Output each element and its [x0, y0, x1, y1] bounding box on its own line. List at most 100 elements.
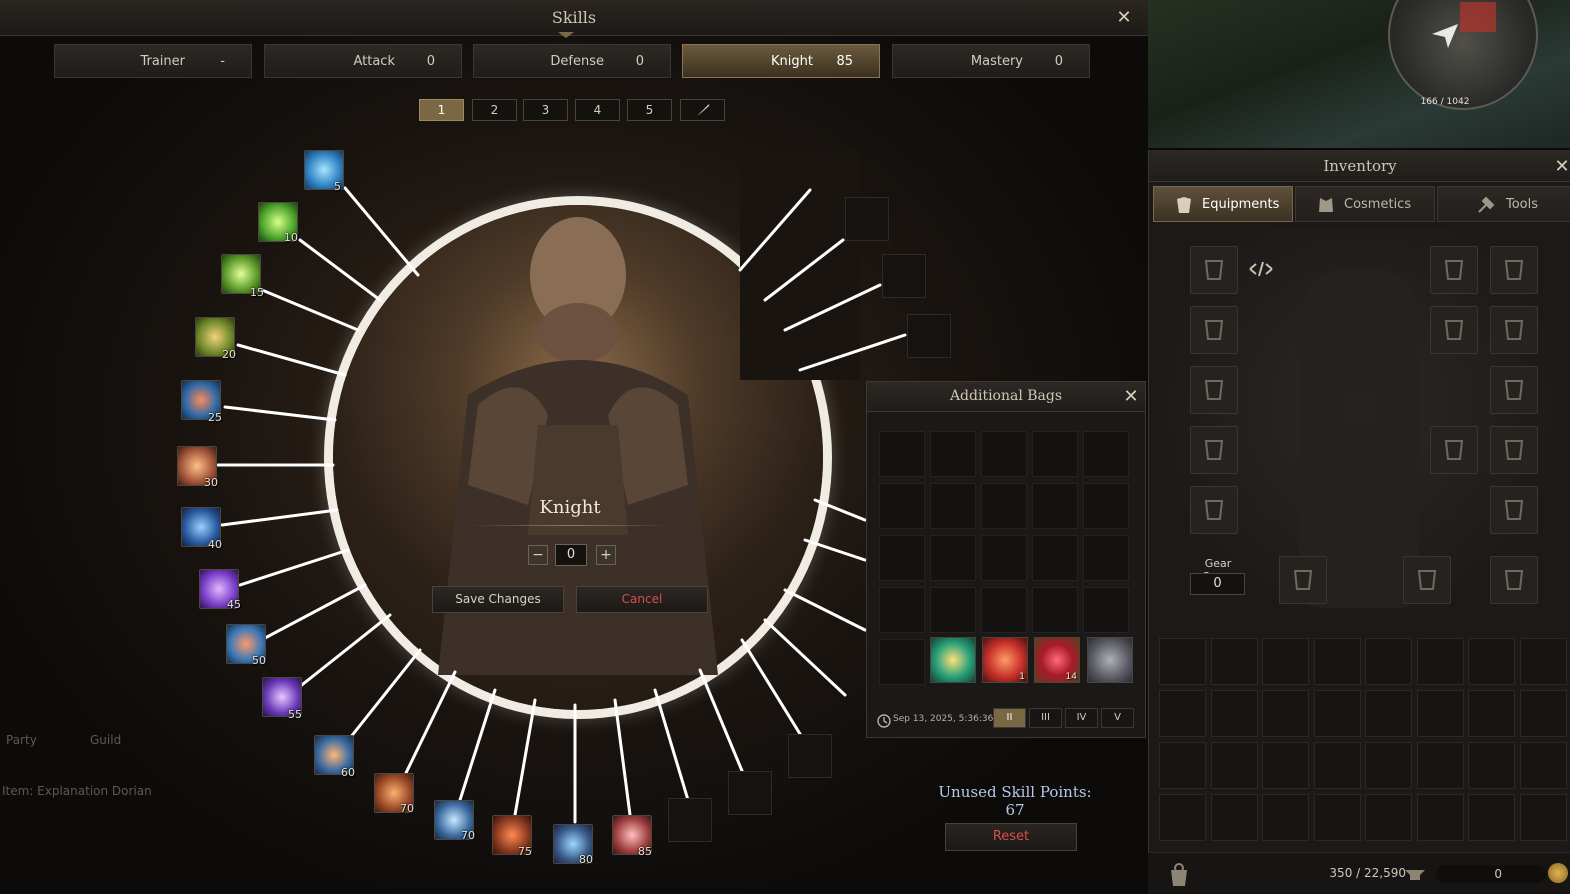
inventory-slot[interactable]	[1519, 742, 1567, 789]
save-changes-button[interactable]: Save Changes	[432, 586, 564, 613]
page-5-button[interactable]: 5	[627, 99, 672, 121]
bag-page-3-button[interactable]: III	[1029, 708, 1062, 728]
gold-coin-orb-icon[interactable]	[930, 637, 976, 683]
inventory-slot[interactable]	[1210, 794, 1258, 841]
bag-slot[interactable]	[1083, 535, 1129, 581]
bag-slot[interactable]	[981, 483, 1027, 529]
bag-slot[interactable]	[879, 639, 925, 685]
inventory-slot[interactable]	[1159, 638, 1206, 685]
inventory-slot[interactable]	[1416, 742, 1464, 789]
bag-slot[interactable]	[1032, 587, 1078, 633]
inventory-close-button[interactable]: ✕	[1553, 158, 1570, 176]
ring-slot[interactable]	[1490, 426, 1538, 474]
skill-point-input[interactable]: 0	[555, 544, 587, 566]
tab-equipments[interactable]: Equipments	[1153, 186, 1293, 222]
inventory-slot[interactable]	[1468, 794, 1515, 841]
bag-slot[interactable]	[1032, 483, 1078, 529]
inventory-slot[interactable]	[1416, 794, 1464, 841]
tab-mastery[interactable]: Mastery 0	[892, 44, 1090, 78]
bag-slot[interactable]	[1083, 587, 1129, 633]
tab-cosmetics[interactable]: Cosmetics	[1295, 186, 1435, 222]
bag-slot[interactable]	[930, 587, 976, 633]
bag-slot[interactable]	[930, 431, 976, 477]
bag-page-2-button[interactable]: II	[993, 708, 1026, 728]
inventory-slot[interactable]	[1262, 638, 1309, 685]
cancel-button[interactable]: Cancel	[576, 586, 708, 613]
bag-slot[interactable]	[1083, 483, 1129, 529]
inventory-slot[interactable]	[1519, 638, 1567, 685]
bag-page-4-button[interactable]: IV	[1065, 708, 1098, 728]
inventory-slot[interactable]	[1313, 638, 1361, 685]
bag-slot[interactable]	[879, 587, 925, 633]
inventory-slot[interactable]	[1262, 690, 1309, 737]
inventory-slot[interactable]	[1313, 794, 1361, 841]
red-crest-shield-icon[interactable]: 1	[982, 637, 1028, 683]
inventory-slot[interactable]	[1416, 638, 1464, 685]
reset-button[interactable]: Reset	[945, 823, 1077, 851]
inventory-slot[interactable]	[1365, 690, 1412, 737]
bag-slot[interactable]	[981, 535, 1027, 581]
offhand-slot[interactable]	[1490, 246, 1538, 294]
helmet-slot[interactable]	[1190, 246, 1238, 294]
page-2-button[interactable]: 2	[472, 99, 517, 121]
tab-tools[interactable]: Tools	[1437, 186, 1570, 222]
necklace-slot[interactable]	[1430, 306, 1478, 354]
tab-defense[interactable]: Defense 0	[473, 44, 671, 78]
inventory-slot[interactable]	[1519, 794, 1567, 841]
inventory-slot[interactable]	[1313, 742, 1361, 789]
trash-slot[interactable]	[1490, 556, 1538, 604]
bag-slot[interactable]	[1032, 431, 1078, 477]
gloves-slot[interactable]	[1190, 366, 1238, 414]
tab-trainer[interactable]: Trainer -	[54, 44, 252, 78]
quill-page-button[interactable]	[680, 99, 725, 121]
page-1-button[interactable]: 1	[419, 99, 464, 121]
bag-slot[interactable]	[879, 431, 925, 477]
pants-slot[interactable]	[1190, 426, 1238, 474]
bag-slot[interactable]	[1032, 535, 1078, 581]
bag-slot[interactable]	[879, 483, 925, 529]
main-weapon-slot[interactable]	[1279, 556, 1327, 604]
inventory-slot[interactable]	[1210, 690, 1258, 737]
inventory-slot[interactable]	[1416, 690, 1464, 737]
secondary-weapon-slot[interactable]	[1403, 556, 1451, 604]
ring-slot[interactable]	[1430, 426, 1478, 474]
bag-page-5-button[interactable]: V	[1101, 708, 1134, 728]
decrease-button[interactable]: −	[528, 545, 548, 565]
empty-skill-slot[interactable]	[788, 734, 832, 778]
bag-slot[interactable]	[981, 431, 1027, 477]
talisman-slot[interactable]	[1490, 486, 1538, 534]
tab-attack[interactable]: Attack 0	[264, 44, 462, 78]
minimap[interactable]	[1388, 0, 1538, 110]
bag-slot[interactable]	[930, 535, 976, 581]
inventory-slot[interactable]	[1210, 638, 1258, 685]
inventory-slot[interactable]	[1365, 794, 1412, 841]
page-4-button[interactable]: 4	[575, 99, 620, 121]
inventory-slot[interactable]	[1468, 638, 1515, 685]
inventory-slot[interactable]	[1159, 794, 1206, 841]
empty-skill-slot[interactable]	[728, 771, 772, 815]
empty-skill-slot[interactable]	[907, 314, 951, 358]
bag-slot[interactable]	[930, 483, 976, 529]
empty-skill-slot[interactable]	[845, 197, 889, 241]
empty-skill-slot[interactable]	[668, 798, 712, 842]
boots-slot[interactable]	[1190, 486, 1238, 534]
inventory-slot[interactable]	[1210, 742, 1258, 789]
belt-slot[interactable]	[1490, 366, 1538, 414]
bag-slot[interactable]	[879, 535, 925, 581]
skills-close-button[interactable]: ✕	[1115, 9, 1133, 27]
bags-close-button[interactable]: ✕	[1122, 388, 1140, 406]
weapon-slot[interactable]	[1430, 246, 1478, 294]
toggle-visibility-icon[interactable]	[1249, 261, 1273, 277]
bag-sort-icon[interactable]	[1165, 860, 1193, 888]
chest-slot[interactable]	[1190, 306, 1238, 354]
inventory-slot[interactable]	[1159, 742, 1206, 789]
earring-slot[interactable]	[1490, 306, 1538, 354]
grey-cat-icon[interactable]	[1087, 637, 1133, 683]
inventory-slot[interactable]	[1365, 638, 1412, 685]
inventory-slot[interactable]	[1159, 690, 1206, 737]
inventory-slot[interactable]	[1262, 794, 1309, 841]
inventory-slot[interactable]	[1468, 742, 1515, 789]
page-3-button[interactable]: 3	[523, 99, 568, 121]
inventory-slot[interactable]	[1519, 690, 1567, 737]
inventory-slot[interactable]	[1468, 690, 1515, 737]
